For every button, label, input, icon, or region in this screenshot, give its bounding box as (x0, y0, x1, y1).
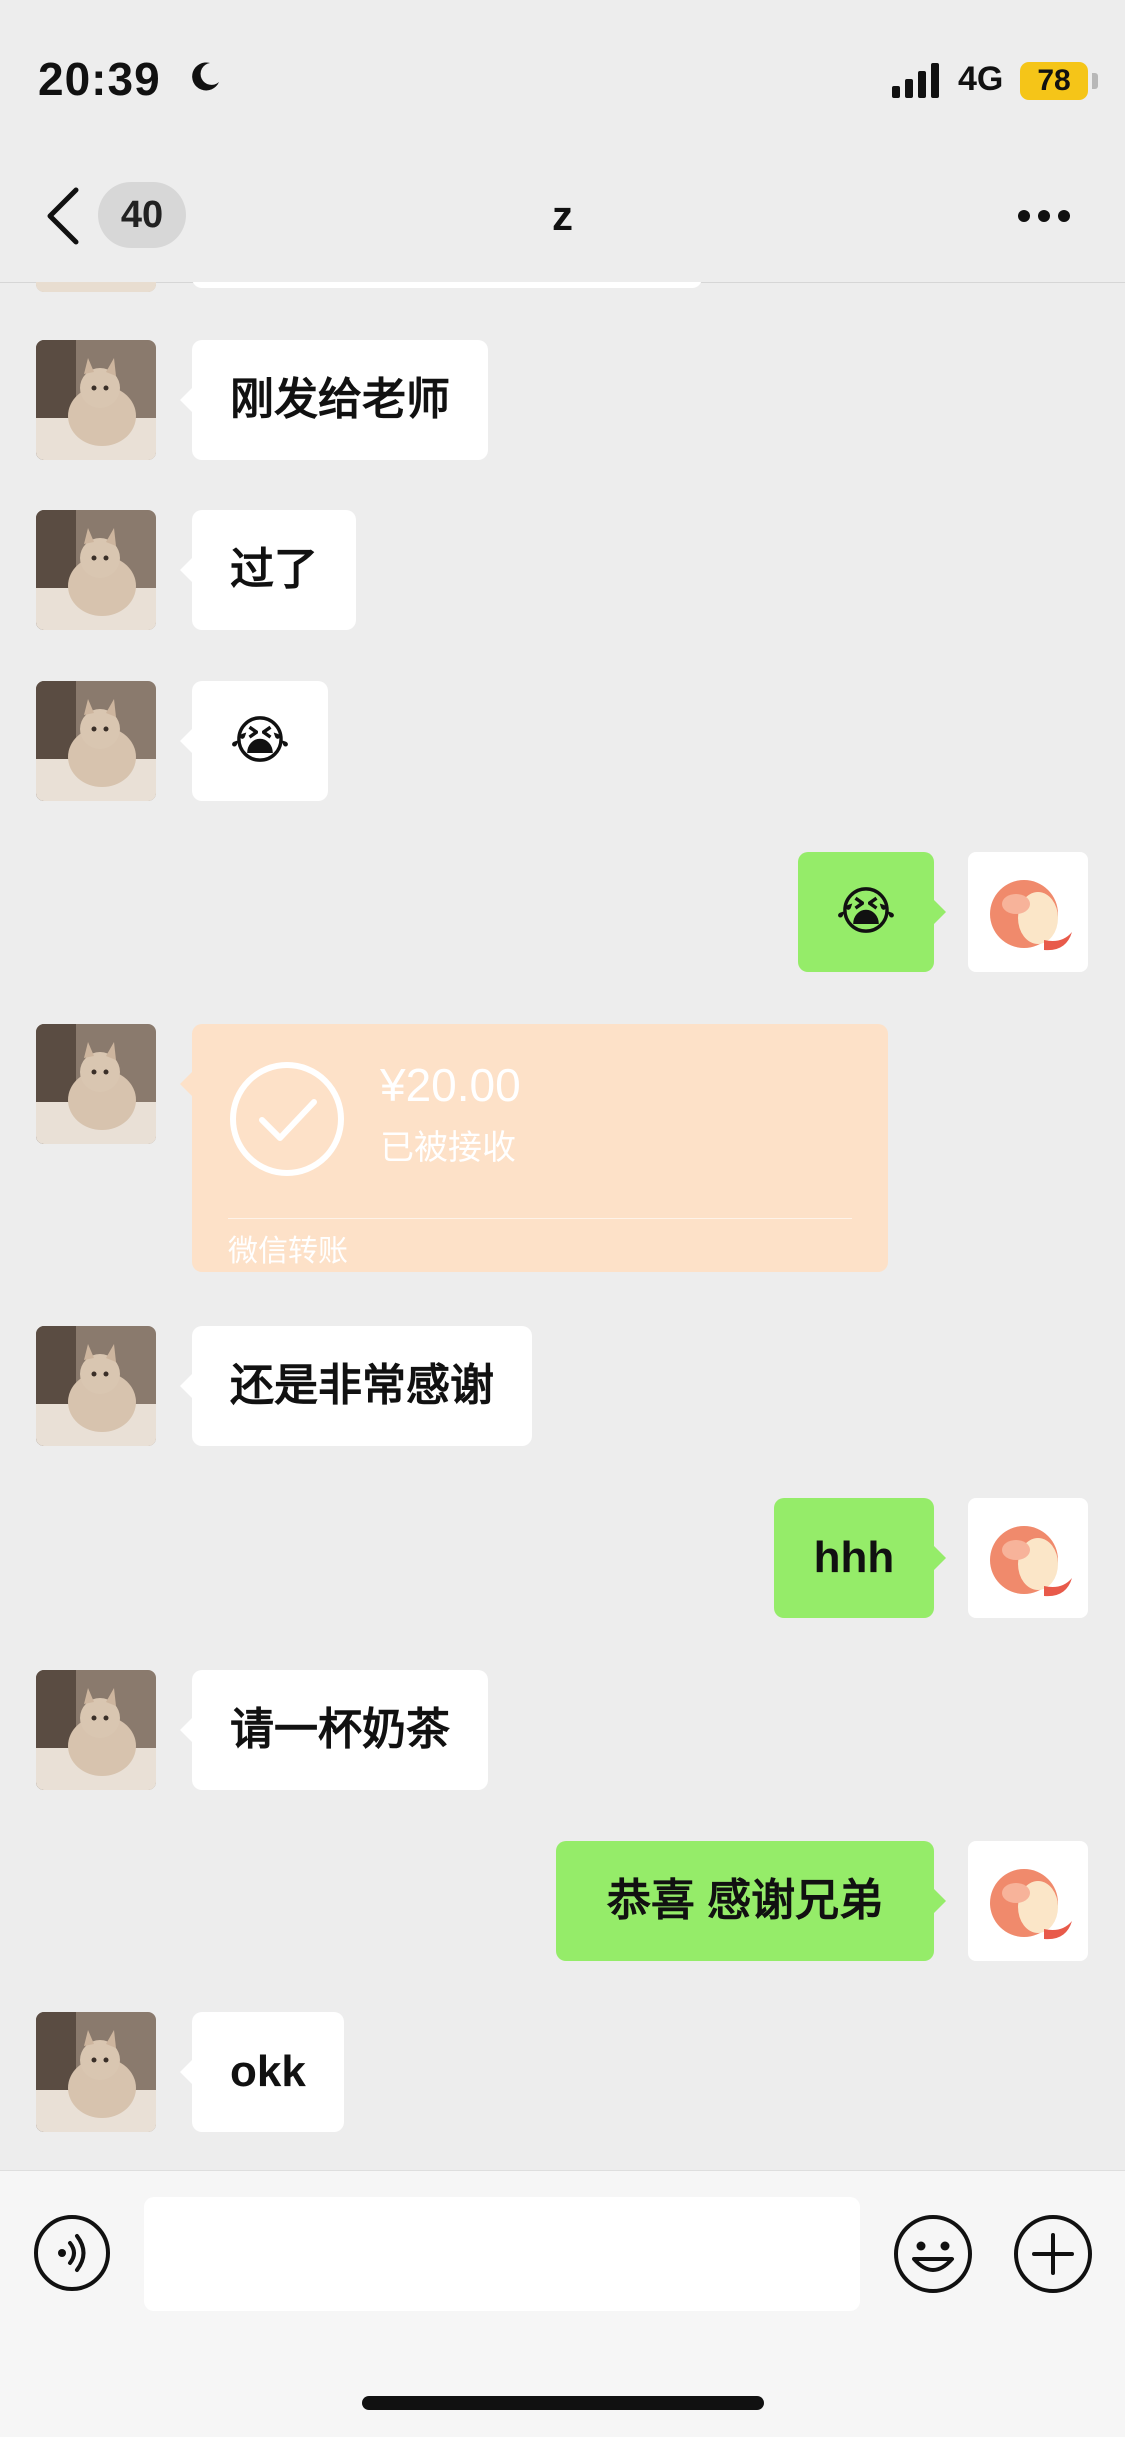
cat-avatar[interactable] (36, 681, 156, 801)
emoji-icon[interactable] (892, 2213, 974, 2295)
voice-icon[interactable] (32, 2213, 112, 2293)
unread-count-badge[interactable]: 40 (98, 182, 186, 248)
more-icon[interactable] (1016, 208, 1072, 224)
transfer-amount: ¥20.00 (380, 1059, 521, 1111)
message-bubble[interactable]: 还是非常感谢 (180, 1326, 532, 1446)
message-bubble[interactable]: okk (180, 2012, 344, 2132)
transfer-status: 已被接收 (380, 1129, 516, 1167)
message-bubble[interactable]: hhh (774, 1498, 946, 1618)
cat-avatar[interactable] (36, 1024, 156, 1144)
message-bubble[interactable]: 请一杯奶茶 (180, 1670, 488, 1790)
status-bar: 20:39 4G 78 (0, 0, 1125, 150)
message-input[interactable] (144, 2197, 860, 2311)
message-bubble[interactable]: 过了 (180, 510, 356, 630)
battery-icon: 78 (1020, 62, 1088, 100)
message-bubble[interactable]: 😭 (180, 681, 328, 801)
cat-avatar[interactable] (36, 2012, 156, 2132)
home-indicator[interactable] (362, 2396, 764, 2410)
chevron-left-icon[interactable] (44, 186, 84, 246)
peach-avatar[interactable] (968, 1498, 1088, 1618)
cat-avatar[interactable] (36, 340, 156, 460)
peach-avatar[interactable] (968, 852, 1088, 972)
message-list[interactable]: 刚发给老师 过了 😭 😭 ¥20.00 已被接收 微信转账 还是非常感谢 hhh… (0, 282, 1125, 2170)
cat-avatar[interactable] (36, 1670, 156, 1790)
cat-avatar[interactable] (36, 510, 156, 630)
peach-avatar[interactable] (968, 1841, 1088, 1961)
battery-level: 78 (1037, 64, 1071, 97)
partial-bubble (192, 282, 702, 288)
moon-icon (192, 62, 219, 91)
transfer-card[interactable]: ¥20.00 已被接收 微信转账 (180, 1024, 888, 1272)
transfer-divider (228, 1218, 852, 1219)
message-bubble[interactable]: 😭 (798, 852, 946, 972)
check-circle-icon (230, 1062, 344, 1176)
signal-icon (892, 63, 939, 98)
plus-icon[interactable] (1012, 2213, 1094, 2295)
transfer-source: 微信转账 (228, 1235, 348, 1268)
chat-header: z 40 (0, 150, 1125, 283)
message-bubble[interactable]: 刚发给老师 (180, 340, 488, 460)
cat-avatar[interactable] (36, 1326, 156, 1446)
message-bubble[interactable]: 恭喜 感谢兄弟 (556, 1841, 946, 1961)
network-type: 4G (958, 60, 1004, 98)
status-time: 20:39 (38, 53, 161, 105)
battery-cap (1092, 73, 1098, 89)
cat-avatar[interactable] (36, 282, 156, 292)
